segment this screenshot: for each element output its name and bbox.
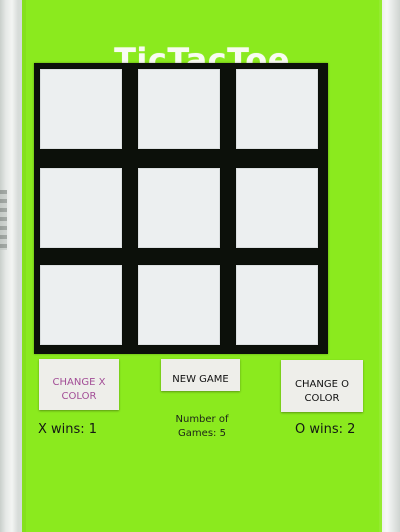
x-wins-score: X wins: 1 bbox=[38, 422, 98, 437]
o-wins-score: O wins: 2 bbox=[295, 422, 356, 437]
new-game-label: NEW GAME bbox=[172, 373, 229, 385]
change-x-color-label-line-2: COLOR bbox=[61, 391, 97, 402]
board-cell-row-1-column-1[interactable] bbox=[40, 69, 122, 149]
phone-photo-frame: TicTacToe CHANGE X COLOR NEW GAME CHANGE… bbox=[0, 0, 400, 532]
games-count-label: Number of Games: 5 bbox=[152, 413, 252, 441]
board-cell-row-1-column-3[interactable] bbox=[236, 69, 318, 149]
device-edge-detail bbox=[0, 190, 7, 250]
app-screen: TicTacToe CHANGE X COLOR NEW GAME CHANGE… bbox=[22, 0, 382, 532]
new-game-button[interactable]: NEW GAME bbox=[161, 359, 240, 391]
change-o-color-label-line-2: COLOR bbox=[304, 393, 340, 404]
board-cell-row-2-column-3[interactable] bbox=[236, 168, 318, 248]
board-cell-row-1-column-2[interactable] bbox=[138, 69, 220, 149]
board-cell-row-3-column-2[interactable] bbox=[138, 265, 220, 345]
change-x-color-button[interactable]: CHANGE X COLOR bbox=[39, 359, 119, 410]
board-cell-row-2-column-2[interactable] bbox=[138, 168, 220, 248]
games-count-line-2: Games: 5 bbox=[178, 428, 226, 439]
tic-tac-toe-board bbox=[34, 63, 328, 354]
board-cell-row-3-column-3[interactable] bbox=[236, 265, 318, 345]
board-cell-row-3-column-1[interactable] bbox=[40, 265, 122, 345]
change-x-color-label-line-1: CHANGE X bbox=[52, 377, 106, 388]
change-o-color-label-line-1: CHANGE O bbox=[295, 379, 349, 390]
change-o-color-button[interactable]: CHANGE O COLOR bbox=[281, 360, 363, 412]
device-bezel bbox=[380, 0, 400, 532]
board-cell-row-2-column-1[interactable] bbox=[40, 168, 122, 248]
games-count-line-1: Number of bbox=[175, 414, 229, 425]
